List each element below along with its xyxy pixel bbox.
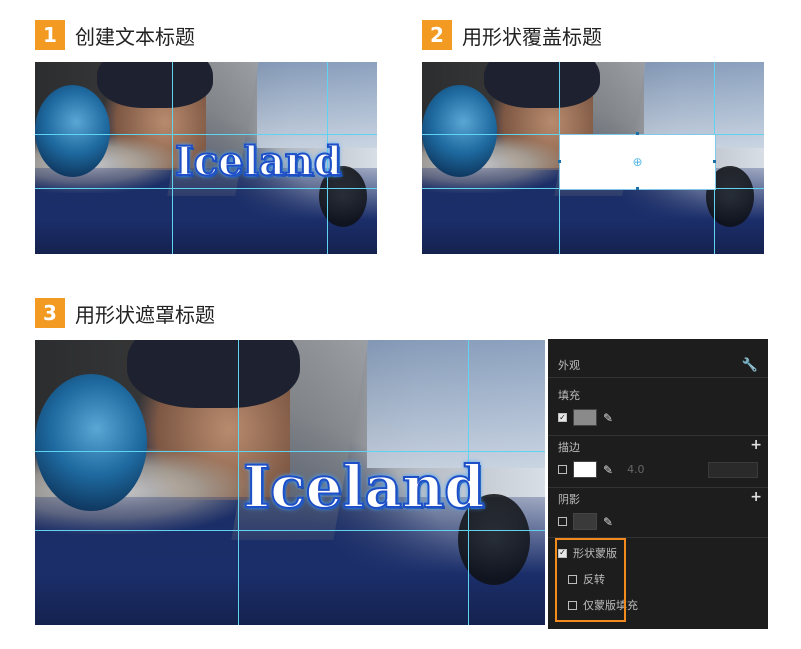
- guide-line: [238, 340, 239, 625]
- fill-color-swatch[interactable]: [573, 409, 597, 426]
- stroke-width-value[interactable]: 4.0: [627, 463, 645, 476]
- stroke-options-field[interactable]: [708, 461, 758, 478]
- step-2-header: 2 用形状覆盖标题: [422, 20, 602, 50]
- shadow-label-row: 阴影: [558, 491, 758, 507]
- photo-step-1: Iceland: [35, 62, 377, 254]
- iceland-masked-title[interactable]: Iceland: [242, 452, 486, 522]
- add-shadow-icon[interactable]: +: [750, 489, 762, 505]
- mask-options-highlight: [555, 538, 626, 622]
- shadow-color-swatch[interactable]: [573, 513, 597, 530]
- white-rectangle-shape[interactable]: ⊕: [559, 134, 716, 190]
- step-title: 用形状覆盖标题: [462, 24, 602, 49]
- shadow-controls: ✎: [558, 513, 758, 530]
- step-3-header: 3 用形状遮罩标题: [35, 298, 215, 328]
- photo-step-3: Iceland: [35, 340, 545, 625]
- step-number-badge: 3: [35, 298, 65, 328]
- resize-handle[interactable]: [636, 187, 639, 190]
- stroke-label: 描边: [558, 441, 580, 454]
- guide-line: [35, 188, 377, 189]
- step-1-header: 1 创建文本标题: [35, 20, 195, 50]
- stroke-controls: ✎ 4.0: [558, 461, 758, 478]
- fill-controls: ✓ ✎: [558, 409, 758, 426]
- step-title: 用形状遮罩标题: [75, 302, 215, 327]
- photo-step-2: ⊕: [422, 62, 764, 254]
- stroke-label-row: 描边: [558, 439, 758, 455]
- stroke-checkbox[interactable]: [558, 465, 567, 474]
- panel-header: 外观 🔧: [558, 357, 758, 373]
- eyedropper-icon[interactable]: ✎: [603, 411, 613, 425]
- step-number-badge: 2: [422, 20, 452, 50]
- guide-line: [35, 134, 377, 135]
- iceland-title[interactable]: Iceland: [174, 137, 343, 186]
- crosshair-icon: ⊕: [632, 155, 643, 169]
- step-title: 创建文本标题: [75, 24, 195, 49]
- appearance-heading: 外观: [558, 359, 580, 372]
- fill-label: 填充: [558, 389, 580, 402]
- eyedropper-icon[interactable]: ✎: [603, 515, 613, 529]
- fill-checkbox[interactable]: ✓: [558, 413, 567, 422]
- wrench-icon[interactable]: 🔧: [742, 358, 758, 373]
- guide-line: [172, 62, 173, 254]
- shadow-label: 阴影: [558, 493, 580, 506]
- fill-label-row: 填充: [558, 387, 758, 403]
- stroke-color-swatch[interactable]: [573, 461, 597, 478]
- add-stroke-icon[interactable]: +: [750, 437, 762, 453]
- step-number-badge: 1: [35, 20, 65, 50]
- resize-handle[interactable]: [713, 160, 716, 163]
- resize-handle[interactable]: [636, 132, 639, 135]
- eyedropper-icon[interactable]: ✎: [603, 463, 613, 477]
- shadow-checkbox[interactable]: [558, 517, 567, 526]
- resize-handle[interactable]: [558, 160, 561, 163]
